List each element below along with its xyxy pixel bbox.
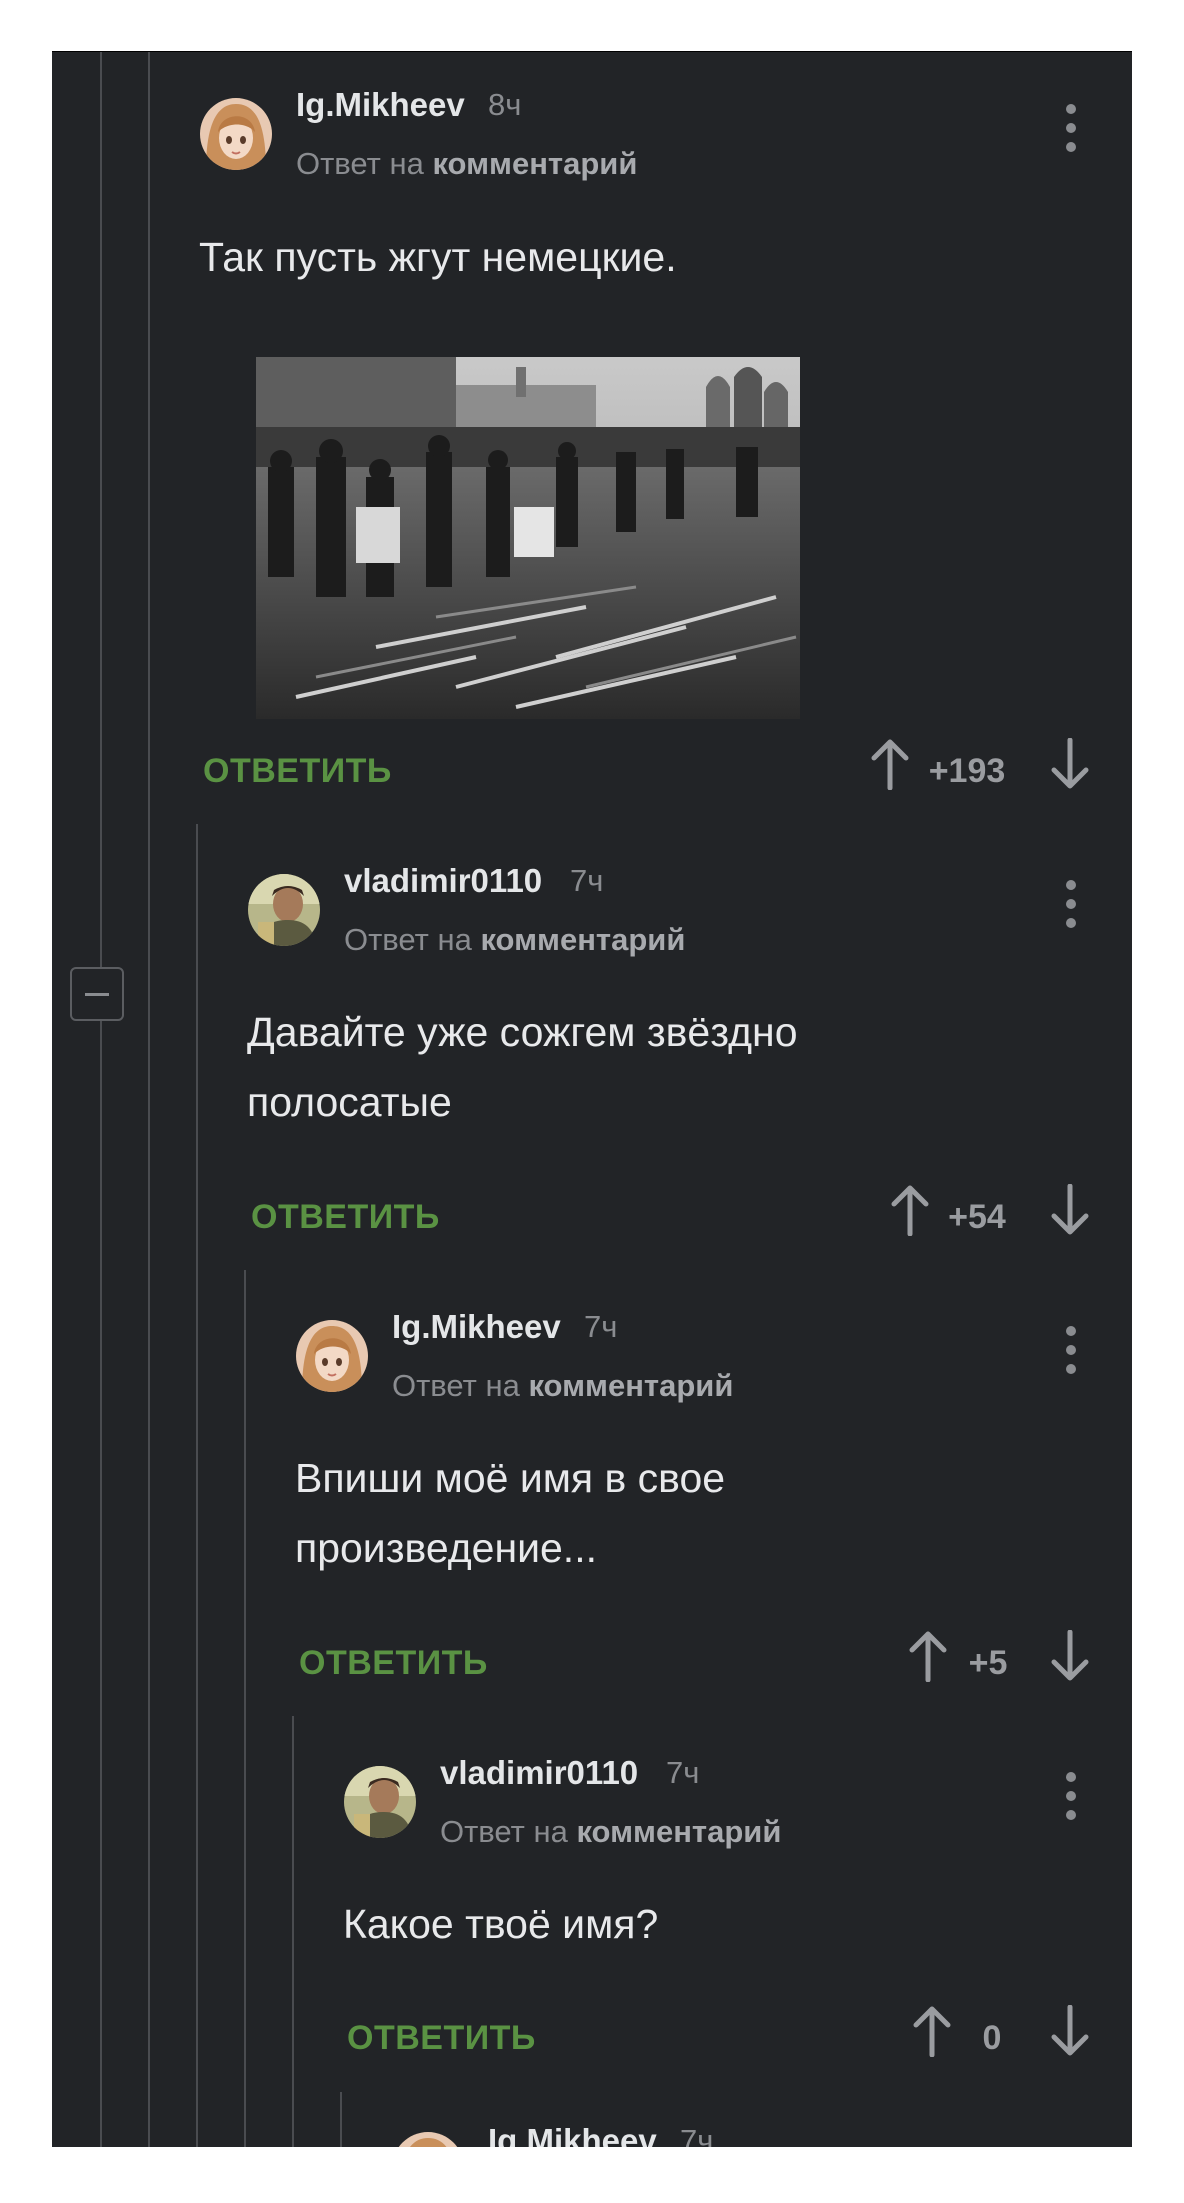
score: 0 xyxy=(982,2019,1002,2057)
reply-to-prefix: Ответ на xyxy=(296,146,424,181)
arrow-up-icon[interactable] xyxy=(870,738,910,790)
arrow-up-icon[interactable] xyxy=(890,1184,930,1236)
username[interactable]: vladimir0110 xyxy=(440,1754,638,1792)
comment-image[interactable] xyxy=(256,357,800,719)
timestamp: 8ч xyxy=(488,87,522,122)
username[interactable]: Ig.Mikheev xyxy=(392,1308,561,1346)
comments-thread: Ig.Mikheev 8ч Ответ на комментарий Так п… xyxy=(52,52,1132,2147)
thread-line xyxy=(340,2092,342,2147)
reply-to-line: Ответ на комментарий xyxy=(344,922,685,958)
arrow-down-icon[interactable] xyxy=(1050,738,1090,790)
arrow-down-icon[interactable] xyxy=(1050,1184,1090,1236)
arrow-up-icon[interactable] xyxy=(912,2005,952,2057)
score: +193 xyxy=(928,752,1006,790)
thread-line xyxy=(148,52,150,2147)
score: +54 xyxy=(948,1198,1006,1236)
kebab-menu-icon[interactable] xyxy=(1064,104,1078,152)
timestamp: 7ч xyxy=(666,1755,700,1790)
minus-icon xyxy=(85,993,109,996)
comment-text: Так пусть жгут немецкие. xyxy=(199,234,677,280)
comment-text: Какое твоё имя? xyxy=(343,1901,659,1947)
reply-to-link[interactable]: комментарий xyxy=(576,1814,781,1849)
reply-to-prefix: Ответ на xyxy=(344,922,472,957)
arrow-down-icon[interactable] xyxy=(1050,2005,1090,2057)
avatar[interactable] xyxy=(296,1320,368,1392)
reply-button[interactable]: ОТВЕТИТЬ xyxy=(347,2019,536,2058)
avatar[interactable] xyxy=(392,2132,464,2147)
reply-to-prefix: Ответ на xyxy=(440,1814,568,1849)
kebab-menu-icon[interactable] xyxy=(1064,1326,1078,1374)
reply-to-line: Ответ на комментарий xyxy=(296,146,637,182)
reply-to-link[interactable]: комментарий xyxy=(432,146,637,181)
avatar[interactable] xyxy=(200,98,272,170)
timestamp: 7ч xyxy=(680,2123,714,2147)
thread-line xyxy=(244,1270,246,2147)
username[interactable]: Ig.Mikheev xyxy=(296,86,465,124)
avatar[interactable] xyxy=(248,874,320,946)
reply-button[interactable]: ОТВЕТИТЬ xyxy=(203,752,392,791)
reply-to-link[interactable]: комментарий xyxy=(480,922,685,957)
thread-line xyxy=(196,824,198,2147)
timestamp: 7ч xyxy=(570,863,604,898)
timestamp: 7ч xyxy=(584,1309,618,1344)
kebab-menu-icon[interactable] xyxy=(1064,880,1078,928)
comment-text: Впиши моё имя в свое произведение... xyxy=(295,1455,726,1571)
username[interactable]: Ig.Mikheev xyxy=(488,2122,657,2147)
collapse-thread-button[interactable] xyxy=(70,967,124,1021)
reply-to-prefix: Ответ на xyxy=(392,1368,520,1403)
score: +5 xyxy=(968,1644,1008,1682)
reply-button[interactable]: ОТВЕТИТЬ xyxy=(299,1644,488,1683)
reply-to-line: Ответ на комментарий xyxy=(440,1814,781,1850)
reply-to-link[interactable]: комментарий xyxy=(528,1368,733,1403)
thread-line xyxy=(292,1716,294,2147)
kebab-menu-icon[interactable] xyxy=(1064,1772,1078,1820)
username[interactable]: vladimir0110 xyxy=(344,862,542,900)
arrow-up-icon[interactable] xyxy=(908,1630,948,1682)
reply-button[interactable]: ОТВЕТИТЬ xyxy=(251,1198,440,1237)
arrow-down-icon[interactable] xyxy=(1050,1630,1090,1682)
avatar[interactable] xyxy=(344,1766,416,1838)
reply-to-line: Ответ на комментарий xyxy=(392,1368,733,1404)
comment-text: Давайте уже сожгем звёздно полосатые xyxy=(247,1009,798,1125)
thread-line xyxy=(100,52,102,2147)
